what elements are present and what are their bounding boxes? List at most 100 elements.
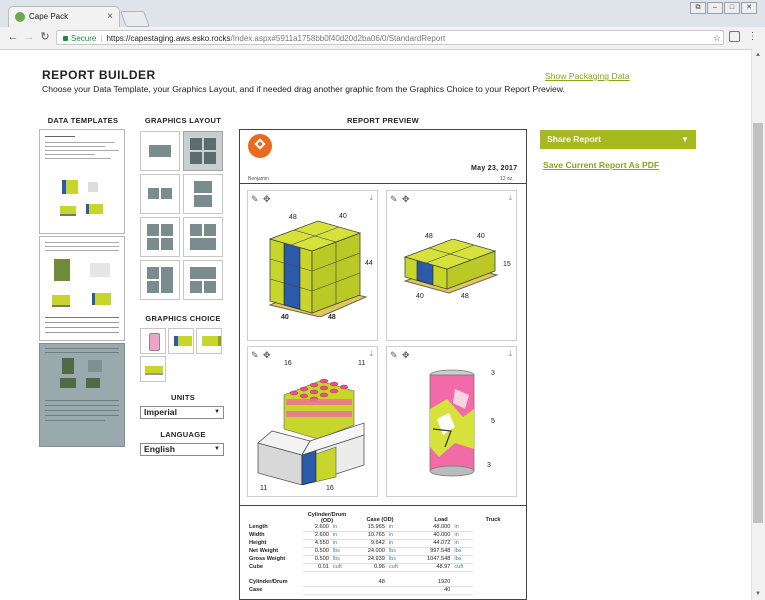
layout-2-side-by-side[interactable] [140,174,180,214]
scroll-up-icon[interactable]: ▲ [754,51,762,59]
download-icon[interactable]: ⤓ [508,349,512,359]
template-line [45,415,119,416]
move-icon[interactable]: ✥ [263,350,271,361]
layout-cell [204,224,216,236]
layout-2-stacked[interactable] [183,174,223,214]
can-graphic-panel[interactable]: ✎ ✥ ⤓ 3 5 3 [386,346,517,497]
pallet-graphic-panel[interactable]: ✎ ✥ ⤓ 48 40 44 40 48 [247,190,378,341]
layout-3-bottom[interactable] [183,260,223,300]
data-template-1[interactable] [39,129,125,234]
browser-tab[interactable]: Cape Pack × [8,6,120,27]
case-graphic-choice-2[interactable] [196,328,222,354]
layout-4-graphics[interactable] [183,131,223,171]
pallet-dim-height: 44 [365,260,373,267]
template-line [45,154,95,155]
table-header: Load [434,517,448,523]
data-template-3[interactable] [39,343,125,447]
edit-icon[interactable]: ✎ [251,194,259,205]
can-dim-bottom: 3 [487,462,491,469]
cell [473,548,513,556]
share-report-dropdown[interactable]: Share Report ▼ [540,130,696,149]
layer-graphic-panel[interactable]: ✎ ✥ ⤓ 48 40 15 40 48 [386,190,517,341]
cell [473,564,513,572]
can-icon [149,333,160,351]
template-line [45,405,119,406]
unit [452,579,473,587]
show-packaging-data-link[interactable]: Show Packaging Data [545,71,630,81]
can-grid-thumbnail [90,263,110,277]
layout-3-top[interactable] [140,260,180,300]
layer-dim-width: 40 [477,233,485,240]
move-icon[interactable]: ✥ [402,350,410,361]
unit: in [330,524,351,532]
unit: lbs [452,555,473,564]
edit-icon[interactable]: ✎ [251,350,259,361]
move-icon[interactable]: ✥ [263,194,271,205]
maximize-button[interactable]: □ [724,2,740,14]
extension-icon[interactable] [729,31,740,42]
case-graphic-choice-1[interactable] [168,328,194,354]
report-preview-heading: REPORT PREVIEW [346,116,420,125]
layout-cell [204,138,216,150]
pallet-thumbnail [62,358,74,374]
data-template-2[interactable] [39,236,125,341]
layout-1-graphic[interactable] [140,131,180,171]
profile-icon[interactable]: ⧉ [690,2,706,14]
scrollbar-thumb[interactable] [753,123,763,523]
cell: 2.600 [303,531,331,540]
data-templates-heading: DATA TEMPLATES [47,116,119,125]
minimize-button[interactable]: – [707,2,723,14]
back-arrow-icon[interactable]: ← [6,30,20,44]
layout-cell [194,181,212,193]
download-icon[interactable]: ⤓ [369,349,373,359]
report-header-divider [240,183,526,184]
layout-cell [190,138,202,150]
unit: cuft [330,563,351,572]
report-table-divider [240,505,526,506]
case-graphic-panel[interactable]: ✎ ✥ ⤓ 16 11 11 16 [247,346,378,497]
download-icon[interactable]: ⤓ [369,193,373,203]
edit-icon[interactable]: ✎ [390,194,398,205]
download-icon[interactable]: ⤓ [508,193,512,203]
bookmark-star-icon[interactable]: ☆ [713,31,721,46]
forward-arrow-icon[interactable]: → [22,30,36,44]
case-dim-bottom-left: 11 [260,485,268,492]
cell [473,524,513,532]
edit-icon[interactable]: ✎ [390,350,398,361]
cell: 48.97 [409,563,453,572]
layout-cell [161,238,173,250]
row-label: Length [249,524,268,531]
chrome-menu-icon[interactable]: ⋮ [747,31,758,42]
tab-close-icon[interactable]: × [107,7,113,27]
template-line [45,322,119,323]
cell: 15.965 [351,524,387,532]
template-line [45,317,119,318]
can-graphic-choice[interactable] [140,328,166,354]
url-path: /Index.aspx#5911a1758bb0f40d20d2ba06/0/S… [230,34,446,43]
layout-3-left[interactable] [140,217,180,257]
chevron-down-icon: ▼ [681,135,689,144]
close-window-button[interactable]: ✕ [741,2,757,14]
pallet-dim-length: 48 [289,214,297,221]
url-field[interactable]: Secure | https://capestaging.aws.esko.rock… [56,30,724,45]
case-thumbnail [52,295,70,307]
language-select[interactable]: English ▼ [140,443,224,456]
row-label: Gross Weight [249,556,286,562]
table-spacer-row [247,572,513,580]
save-pdf-link[interactable]: Save Current Report As PDF [543,160,659,170]
cell [473,556,513,564]
layout-cell [190,238,216,250]
language-value: English [144,444,176,454]
cell: 2.600 [303,524,331,532]
cell [473,540,513,548]
unit: cuft [386,563,409,572]
move-icon[interactable]: ✥ [402,194,410,205]
scroll-down-icon[interactable]: ▼ [754,590,762,598]
table-header: Case (OD) [366,517,394,523]
tray-graphic-choice[interactable] [140,356,166,382]
layout-3-right[interactable] [183,217,223,257]
reload-icon[interactable]: ↻ [38,30,52,44]
cell: 0.500 [303,547,331,556]
units-label: UNITS [171,393,195,402]
units-select[interactable]: Imperial ▼ [140,406,224,419]
